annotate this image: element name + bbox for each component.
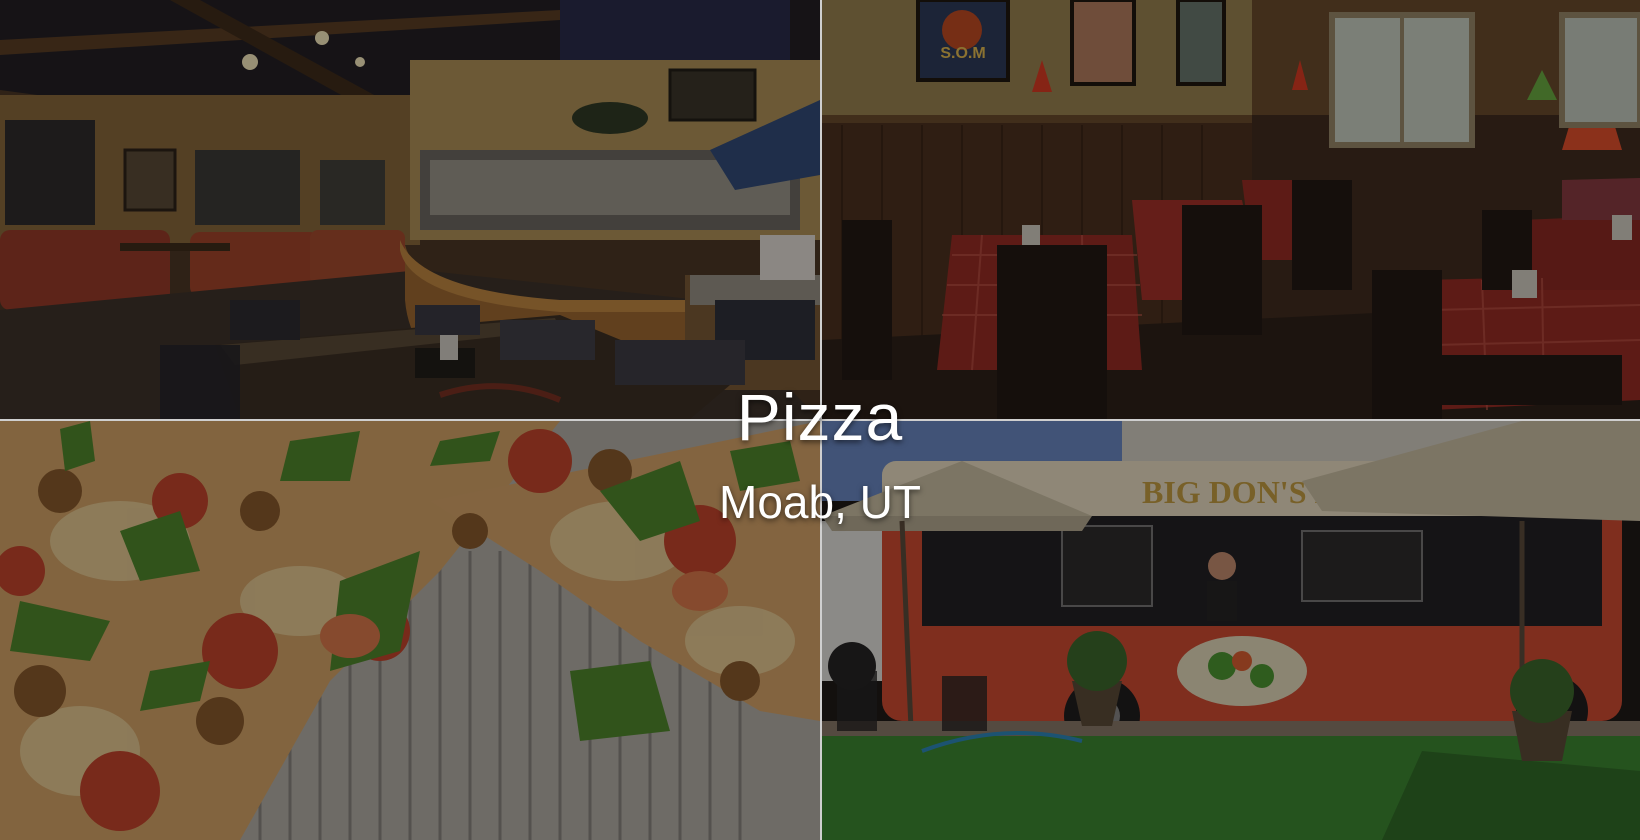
page-title: Pizza	[736, 380, 904, 454]
restaurant-bar-photo	[0, 0, 820, 419]
photo-collage: S.O.M BIG DON'S PIZZ Pizza Moab, UT	[0, 0, 1640, 840]
location-subtitle: Moab, UT	[719, 476, 921, 528]
dining-room-photo: S.O.M	[822, 0, 1640, 419]
poster-text: S.O.M	[940, 45, 985, 62]
